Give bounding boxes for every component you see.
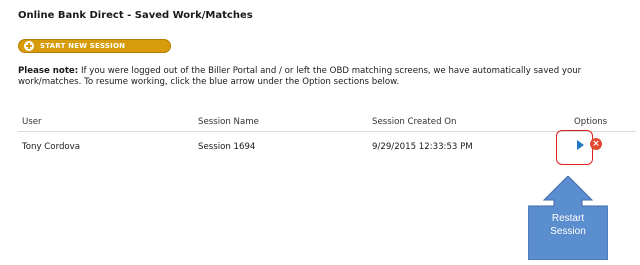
row-session-created-on: 9/29/2015 12:33:53 PM bbox=[372, 142, 473, 152]
page-title: Online Bank Direct - Saved Work/Matches bbox=[18, 10, 253, 21]
callout-line-1: Restart bbox=[551, 213, 585, 224]
delete-x-icon[interactable]: × bbox=[590, 138, 602, 150]
note-label: Please note: bbox=[18, 66, 79, 76]
callout-text: Restart Session bbox=[528, 212, 608, 238]
start-new-session-label: START NEW SESSION bbox=[40, 42, 126, 50]
header-session-created-on: Session Created On bbox=[372, 117, 457, 127]
header-options: Options bbox=[574, 117, 608, 127]
callout-line-2: Session bbox=[550, 226, 586, 237]
play-arrow-icon[interactable] bbox=[577, 140, 584, 150]
restart-session-callout: Restart Session bbox=[528, 176, 608, 260]
start-new-session-button[interactable]: START NEW SESSION bbox=[18, 39, 171, 53]
table-row: Tony Cordova Session 1694 9/29/2015 12:3… bbox=[18, 142, 636, 156]
plus-circle-icon bbox=[24, 41, 34, 51]
row-user: Tony Cordova bbox=[22, 142, 81, 152]
table-header: User Session Name Session Created On Opt… bbox=[18, 117, 636, 132]
note-body: If you were logged out of the Biller Por… bbox=[18, 66, 582, 87]
row-session-name: Session 1694 bbox=[198, 142, 256, 152]
header-user: User bbox=[22, 117, 42, 127]
note-text: Please note: If you were logged out of t… bbox=[18, 66, 618, 88]
header-session-name: Session Name bbox=[198, 117, 259, 127]
options-highlight-box bbox=[556, 130, 593, 165]
